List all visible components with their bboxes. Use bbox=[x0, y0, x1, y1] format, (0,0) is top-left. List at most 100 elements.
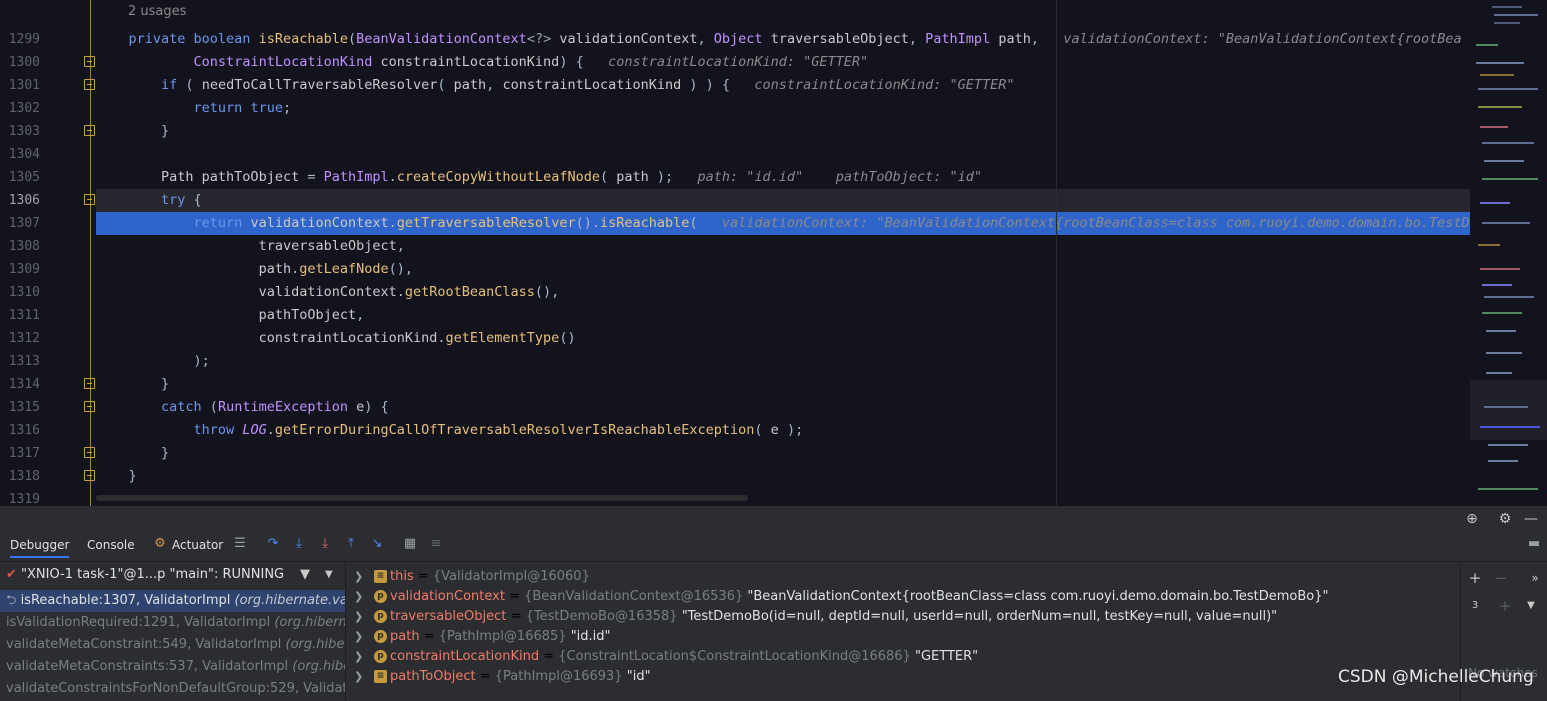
stack-frame[interactable]: validateMetaConstraint:549, ValidatorImp… bbox=[0, 634, 345, 656]
stack-frame[interactable]: validateMetaConstraints:537, ValidatorIm… bbox=[0, 656, 345, 678]
code-line: path.getLeafNode(), bbox=[258, 261, 414, 277]
variable-value: "id.id" bbox=[570, 629, 611, 644]
frame-package: (org.hibern bbox=[274, 615, 346, 630]
chevron-right-icon[interactable]: ❯ bbox=[354, 647, 363, 667]
horizontal-scrollbar[interactable] bbox=[96, 495, 748, 501]
variable-name: traversableObject bbox=[390, 609, 507, 624]
code-line: } bbox=[96, 468, 137, 484]
force-step-into-icon[interactable]: ⤓ bbox=[317, 536, 333, 552]
line-number: 1305 bbox=[8, 170, 40, 185]
list-icon: ≡ bbox=[374, 570, 387, 583]
trace-icon[interactable]: ≡ bbox=[428, 536, 444, 552]
chevron-down-icon[interactable]: ▼ bbox=[1523, 598, 1539, 614]
right-margin-guide bbox=[1056, 0, 1057, 506]
chevron-right-icon[interactable]: ❯ bbox=[354, 667, 363, 687]
line-number: 1313 bbox=[8, 354, 40, 369]
code-line: return true; bbox=[193, 100, 292, 116]
layout-icon[interactable]: ☰ bbox=[232, 536, 248, 552]
inline-debug-value: validationContext: "BeanValidationContex… bbox=[721, 215, 1470, 231]
stack-frame[interactable]: isValidationRequired:1291, ValidatorImpl… bbox=[0, 612, 346, 634]
step-into-icon[interactable]: ⤓ bbox=[291, 536, 307, 552]
fold-marker-icon[interactable] bbox=[84, 378, 95, 389]
line-number: 1306 bbox=[8, 193, 40, 208]
code-line: throw LOG.getErrorDuringCallOfTraversabl… bbox=[193, 422, 804, 438]
code-line: } bbox=[96, 445, 170, 461]
add-watch-icon[interactable]: + bbox=[1467, 570, 1483, 586]
line-number: 1314 bbox=[8, 377, 40, 392]
gear-icon[interactable]: ⚙ bbox=[1497, 511, 1513, 527]
remove-watch-icon[interactable]: − bbox=[1493, 570, 1509, 586]
run-to-cursor-icon[interactable]: ↘ bbox=[369, 536, 385, 552]
chevron-down-icon[interactable]: ▼ bbox=[325, 562, 333, 588]
debug-tool-window: ⊕ ⚙ — Debugger Console Actuator ⚙ ☰ ↷ ⤓ … bbox=[0, 506, 1547, 701]
code-line: if ( needToCallTraversableResolver( path… bbox=[161, 77, 1015, 93]
code-area[interactable]: 2 usages private boolean isReachable(Bea… bbox=[96, 0, 1470, 506]
code-editor[interactable]: 1299 1300 1301 1302 1303 1304 1305 1306 … bbox=[0, 0, 1547, 506]
frame-method: validateMetaConstraint:549, ValidatorImp… bbox=[6, 637, 282, 652]
chevron-right-icon[interactable]: ❯ bbox=[354, 627, 363, 647]
tab-debugger[interactable]: Debugger bbox=[10, 538, 70, 558]
restore-layout-icon[interactable]: ⊕ bbox=[1464, 511, 1480, 527]
check-icon: ✔ bbox=[6, 567, 17, 582]
frame-method: validateMetaConstraints:537, ValidatorIm… bbox=[6, 659, 289, 674]
frame-package: (org.hibernate.valida bbox=[234, 593, 346, 608]
fold-marker-icon[interactable] bbox=[84, 79, 95, 90]
duplicate-watch-icon[interactable]: + bbox=[1497, 598, 1513, 614]
chevron-right-icon[interactable]: ❯ bbox=[354, 607, 363, 627]
code-line: Path pathToObject = PathImpl.createCopyW… bbox=[161, 169, 983, 185]
variable-row[interactable]: ❯ p traversableObject = {TestDemoBo@1635… bbox=[348, 607, 1460, 627]
line-number: 1299 bbox=[8, 32, 40, 47]
stack-frame[interactable]: ⮌ isReachable:1307, ValidatorImpl (org.h… bbox=[0, 590, 346, 612]
step-out-icon[interactable]: ⤒ bbox=[343, 536, 359, 552]
frame-package: (org.hiber bbox=[292, 659, 345, 674]
variable-row[interactable]: ❯ p validationContext = {BeanValidationC… bbox=[348, 587, 1460, 607]
variable-ref: {TestDemoBo@16358} bbox=[525, 609, 678, 624]
thread-selector[interactable]: ✔ "XNIO-1 task-1"@1...p "main": RUNNING … bbox=[0, 562, 345, 588]
variable-ref: {PathImpl@16685} bbox=[438, 629, 567, 644]
inline-debug-value: pathToObject: "id" bbox=[835, 169, 983, 185]
tab-console[interactable]: Console bbox=[87, 538, 135, 552]
frame-method: validateConstraintsForNonDefaultGroup:52… bbox=[6, 681, 346, 696]
variable-row[interactable]: ❯ p path = {PathImpl@16685} "id.id" bbox=[348, 627, 1460, 647]
line-number: 1312 bbox=[8, 331, 40, 346]
inline-debug-value: constraintLocationKind: "GETTER" bbox=[608, 54, 869, 70]
code-line: ); bbox=[96, 353, 210, 369]
inline-debug-value: path: "id.id" bbox=[697, 169, 804, 185]
line-number: 1300 bbox=[8, 55, 40, 70]
tab-actuator[interactable]: Actuator bbox=[172, 538, 223, 552]
fold-marker-icon[interactable] bbox=[84, 401, 95, 412]
variable-value: "TestDemoBo(id=null, deptId=null, userId… bbox=[681, 609, 1278, 624]
stack-frame[interactable]: validateConstraintsForNonDefaultGroup:52… bbox=[0, 678, 346, 700]
chevron-right-icon[interactable]: ❯ bbox=[354, 587, 363, 607]
code-minimap[interactable] bbox=[1470, 0, 1547, 506]
watermark: CSDN @MichelleChung bbox=[1338, 667, 1534, 687]
fold-marker-icon[interactable] bbox=[84, 125, 95, 136]
evaluate-expression-icon[interactable]: ▦ bbox=[402, 536, 418, 552]
code-line: validationContext.getRootBeanClass(), bbox=[258, 284, 560, 300]
variable-row[interactable]: ❯ ≡ this = {ValidatorImpl@16060} bbox=[348, 567, 1460, 587]
usages-hint[interactable]: 2 usages bbox=[128, 4, 186, 19]
fold-marker-icon[interactable] bbox=[84, 56, 95, 67]
fold-marker-icon[interactable] bbox=[84, 447, 95, 458]
fold-marker-icon[interactable] bbox=[84, 194, 95, 205]
minimize-icon[interactable]: — bbox=[1523, 511, 1539, 527]
parameter-icon: p bbox=[374, 630, 387, 643]
variable-name: this bbox=[390, 569, 414, 584]
line-number: 1315 bbox=[8, 400, 40, 415]
variable-row[interactable]: ❯ ≡ pathToObject = {PathImpl@16693} "id" bbox=[348, 667, 1460, 687]
chevron-right-icon[interactable]: ❯ bbox=[354, 567, 363, 587]
return-icon: ⮌ bbox=[6, 593, 17, 608]
variable-value: "GETTER" bbox=[914, 649, 979, 664]
frame-method: isReachable:1307, ValidatorImpl bbox=[20, 593, 231, 608]
filter-icon[interactable]: ▼ bbox=[300, 562, 310, 588]
more-icon[interactable]: » bbox=[1527, 570, 1543, 586]
code-line: ConstraintLocationKind constraintLocatio… bbox=[193, 54, 869, 70]
code-line-current: try { bbox=[96, 189, 1470, 212]
variable-row[interactable]: ❯ p constraintLocationKind = {Constraint… bbox=[348, 647, 1460, 667]
watch-count[interactable]: 3 bbox=[1467, 598, 1483, 614]
code-line: pathToObject, bbox=[258, 307, 365, 323]
fold-marker-icon[interactable] bbox=[84, 470, 95, 481]
scope-indicator-line bbox=[90, 0, 91, 506]
step-over-icon[interactable]: ↷ bbox=[265, 536, 281, 552]
layout-settings-icon[interactable]: ▬ bbox=[1526, 536, 1542, 552]
